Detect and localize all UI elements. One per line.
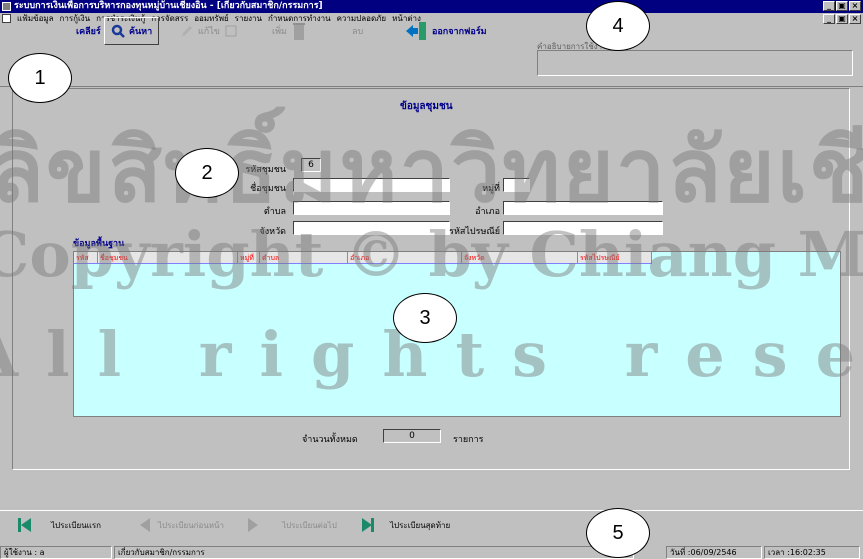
community-name-input[interactable]: [293, 178, 450, 192]
close-button[interactable]: ×: [849, 1, 861, 11]
callout-2: 2: [175, 148, 239, 198]
first-record-button[interactable]: ไประเบียนแรก: [18, 518, 101, 532]
postal-code-input[interactable]: [503, 221, 663, 235]
first-record-label: ไประเบียนแรก: [51, 520, 101, 530]
status-time: เวลา :16:02:35: [764, 546, 860, 559]
subdistrict-input[interactable]: [293, 201, 450, 215]
district-input[interactable]: [503, 201, 663, 215]
grid-section-title: ข้อมูลพื้นฐาน: [73, 239, 125, 249]
grid-col-code[interactable]: รหัส: [74, 252, 98, 264]
exit-door-icon: [406, 22, 426, 40]
total-count-field: 0: [383, 429, 441, 443]
trash-icon: [292, 23, 305, 40]
add-button[interactable]: เพิ่ม: [272, 17, 307, 45]
document-icon[interactable]: [2, 14, 11, 23]
save-icon: [225, 25, 237, 37]
status-form: เกี่ยวกับสมาชิก/กรรมการ: [114, 546, 634, 559]
callout-5: 5: [586, 508, 650, 558]
app-icon: [2, 2, 11, 11]
search-label: ค้นหา: [129, 27, 153, 37]
edit-button[interactable]: แก้ไข: [180, 17, 238, 45]
search-button[interactable]: ค้นหา: [104, 17, 160, 45]
arrow-left-icon: [21, 518, 31, 532]
callout-1: 1: [8, 53, 72, 103]
grid-col-name[interactable]: ชื่อชุมชน: [98, 252, 238, 264]
delete-label: ลบ: [352, 27, 364, 37]
last-record-button[interactable]: ไประเบียนสุดท้าย: [362, 518, 450, 532]
info-panel: [537, 50, 853, 76]
pencil-icon: [182, 26, 192, 36]
village-no-input[interactable]: [503, 178, 530, 192]
province-input[interactable]: [293, 221, 450, 235]
status-bar: ผู้ใช้งาน : a เกี่ยวกับสมาชิก/กรรมการ วั…: [0, 546, 863, 559]
search-icon: [111, 24, 125, 38]
last-bar-icon: [371, 518, 374, 532]
exit-form-button[interactable]: ออกจากฟอร์ม: [404, 17, 487, 45]
next-record-label: ไประเบียนต่อไป: [282, 520, 337, 530]
status-date: วันที่ :06/09/2546: [666, 546, 762, 559]
restore-button[interactable]: ▣: [836, 1, 848, 11]
form-heading: ข้อมูลชุมชน: [400, 101, 453, 112]
clear-label: เคลียร์: [76, 27, 101, 37]
community-code-field[interactable]: 6: [301, 158, 321, 172]
grid-col-district[interactable]: อำเภอ: [348, 252, 462, 264]
doc-close-button[interactable]: ×: [849, 14, 861, 24]
grid-col-subdistrict[interactable]: ตำบล: [260, 252, 348, 264]
status-user: ผู้ใช้งาน : a: [0, 546, 112, 559]
unit-label: รายการ: [453, 435, 484, 445]
next-record-button[interactable]: ไประเบียนต่อไป: [248, 518, 337, 532]
menu-item-file[interactable]: แฟ้มข้อมูล: [17, 13, 54, 25]
title-bar: ระบบการเงินเพื่อการบริหารกองทุนหมู่บ้านเ…: [0, 0, 863, 13]
arrow-left-disabled-icon: [140, 518, 150, 532]
village-no-label: หมู่ที่: [482, 184, 500, 194]
last-record-label: ไประเบียนสุดท้าย: [390, 520, 451, 530]
doc-restore-button[interactable]: ▣: [836, 14, 848, 24]
grid-col-village[interactable]: หมู่ที่: [238, 252, 260, 264]
subdistrict-label: ตำบล: [263, 207, 286, 217]
callout-3: 3: [393, 293, 457, 343]
province-label: จังหวัด: [259, 227, 287, 237]
window-title: ระบบการเงินเพื่อการบริหารกองทุนหมู่บ้านเ…: [14, 1, 323, 11]
menu-item-report[interactable]: รายงาน: [235, 13, 262, 25]
grid-col-postal[interactable]: รหัสไปรษณีย์: [578, 252, 652, 264]
minimize-button[interactable]: _: [823, 1, 835, 11]
add-label: เพิ่ม: [272, 27, 287, 37]
edit-label: แก้ไข: [198, 27, 220, 37]
delete-button[interactable]: ลบ: [352, 17, 363, 45]
document-window-controls: _ ▣ ×: [823, 14, 861, 24]
district-label: อำเภอ: [475, 207, 500, 217]
grid-header: รหัส ชื่อชุมชน หมู่ที่ ตำบล อำเภอ จังหวั…: [74, 252, 652, 264]
postal-code-label: รหัสไปรษณีย์: [449, 227, 500, 237]
clear-button[interactable]: เคลียร์: [58, 17, 101, 45]
doc-minimize-button[interactable]: _: [823, 14, 835, 24]
arrow-right-disabled-icon: [248, 518, 258, 532]
total-label: จำนวนทั้งหมด: [302, 435, 358, 445]
grid-col-province[interactable]: จังหวัด: [462, 252, 578, 264]
exit-form-label: ออกจากฟอร์ม: [432, 27, 487, 37]
data-grid[interactable]: รหัส ชื่อชุมชน หมู่ที่ ตำบล อำเภอ จังหวั…: [73, 251, 841, 417]
prev-record-button[interactable]: ไประเบียนก่อนหน้า: [140, 518, 224, 532]
window-controls: _ ▣ ×: [823, 1, 861, 11]
callout-4: 4: [586, 1, 650, 51]
clear-icon: [58, 24, 72, 38]
prev-record-label: ไประเบียนก่อนหน้า: [158, 520, 225, 530]
